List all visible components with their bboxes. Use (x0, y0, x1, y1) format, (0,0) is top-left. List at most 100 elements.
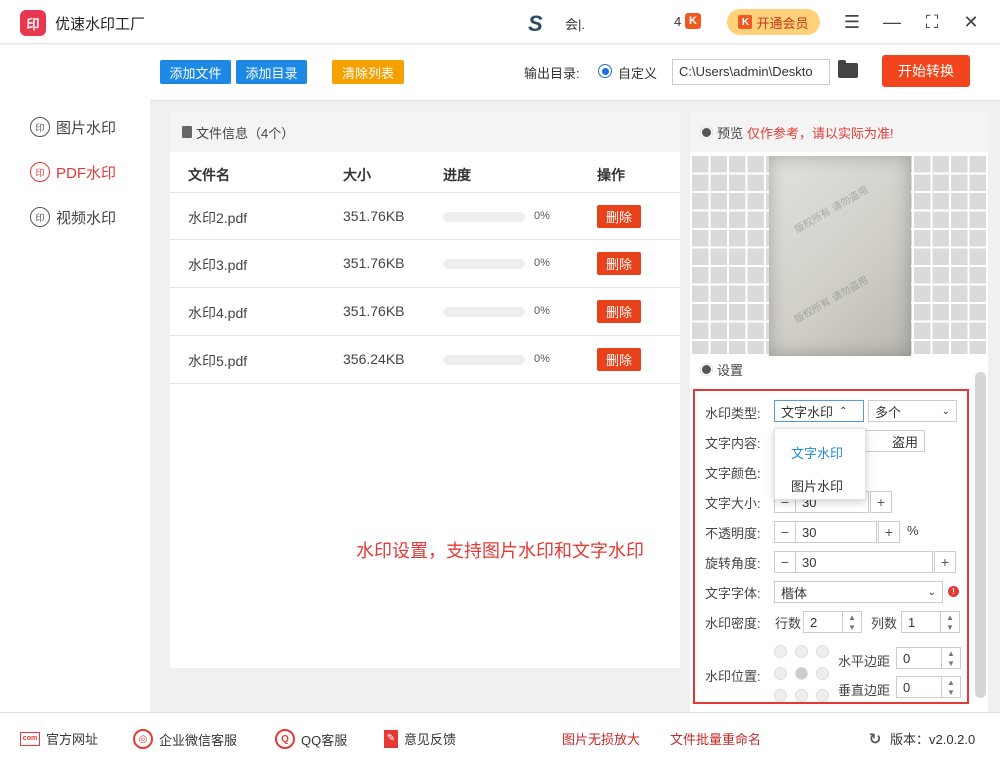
position-top-left[interactable] (774, 645, 787, 658)
position-center[interactable] (795, 667, 808, 680)
toolbar: 添加文件 添加目录 清除列表 输出目录: 自定义 C:\Users\admin\… (150, 45, 1000, 101)
user-name[interactable]: 会|. (565, 14, 585, 33)
watermark-type-select[interactable]: 文字水印 ⌃ (774, 400, 864, 422)
warning-icon[interactable]: ! (948, 586, 959, 597)
position-bottom-left[interactable] (774, 689, 787, 702)
content-value: 盗用 (891, 434, 918, 450)
sidebar-item-image-watermark[interactable]: 印 图片水印 (30, 115, 116, 139)
position-middle-right[interactable] (816, 667, 829, 680)
hmargin-input[interactable]: 0 (896, 647, 942, 669)
version-info[interactable]: ↻ 版本：v2.0.2.0 (866, 729, 976, 748)
vip-k-icon: K (738, 15, 753, 29)
clear-list-button[interactable]: 清除列表 (332, 60, 404, 84)
app-logo-icon: 印 (20, 10, 46, 36)
rows-spinner[interactable]: ▲ ▼ (842, 611, 862, 633)
dropdown-option-text[interactable]: 文字水印 (791, 443, 843, 462)
wechat-icon: ◎ (133, 729, 153, 749)
type-label: 水印类型: (705, 406, 761, 421)
rotation-increment-button[interactable]: + (934, 551, 956, 573)
custom-radio-label[interactable]: 自定义 (618, 63, 657, 82)
rows-input[interactable]: 2 (803, 611, 843, 633)
output-path-input[interactable]: C:\Users\admin\Deskto (672, 59, 830, 85)
density-label: 水印密度: (705, 616, 761, 631)
image-upscale-link[interactable]: 图片无损放大 (562, 729, 640, 748)
preview-page-image: 版权所有 请勿盗用 版权所有 请勿盗用 (769, 156, 911, 356)
gear-icon (700, 125, 713, 139)
preview-watermark: 版权所有 请勿盗用 (792, 274, 871, 326)
user-avatar-icon[interactable]: S (528, 11, 543, 37)
sidebar: 印 图片水印 印 PDF水印 印 视频水印 (0, 45, 150, 712)
batch-rename-link[interactable]: 文件批量重命名 (670, 729, 761, 748)
minimize-icon[interactable]: — (880, 10, 904, 34)
size-increment-button[interactable]: + (870, 491, 892, 513)
table-row: 水印5.pdf 356.24KB 0% 删除 (170, 336, 680, 384)
font-select[interactable]: 楷体 ⌄ (774, 581, 943, 603)
vmargin-label: 垂直边距 (838, 683, 891, 698)
vmargin-input[interactable]: 0 (896, 676, 942, 698)
sidebar-item-label: PDF水印 (56, 164, 117, 182)
website-label: 官方网址 (46, 732, 99, 747)
count-value: 多个 (875, 404, 902, 420)
chevron-down-icon: ⌄ (927, 586, 936, 598)
progress-text: 0% (534, 210, 550, 222)
custom-radio[interactable] (598, 64, 612, 78)
start-convert-button[interactable]: 开始转换 (882, 55, 970, 87)
opacity-decrement-button[interactable]: − (774, 521, 796, 543)
position-bottom-center[interactable] (795, 689, 808, 702)
maximize-icon[interactable]: ⛶ (920, 10, 944, 34)
preview-warning: 仅作参考，请以实际为准! (747, 125, 894, 141)
file-name: 水印5.pdf (188, 353, 248, 369)
delete-button[interactable]: 删除 (597, 300, 641, 323)
sidebar-item-video-watermark[interactable]: 印 视频水印 (30, 205, 116, 229)
website-icon: com (20, 731, 40, 746)
cols-input[interactable]: 1 (901, 611, 941, 633)
progress-bar (443, 355, 525, 365)
size-label: 文字大小: (705, 496, 761, 511)
feedback-link[interactable]: ✎ 意见反馈 (384, 729, 456, 748)
font-value: 楷体 (781, 585, 808, 601)
preview-header: 预览 仅作参考，请以实际为准! (690, 112, 988, 152)
file-size: 351.76KB (343, 255, 405, 271)
add-directory-button[interactable]: 添加目录 (236, 60, 307, 84)
close-icon[interactable]: ✕ (959, 10, 983, 34)
progress-text: 0% (534, 257, 550, 269)
column-size: 大小 (343, 167, 371, 183)
position-middle-left[interactable] (774, 667, 787, 680)
delete-button[interactable]: 删除 (597, 348, 641, 371)
vmargin-spinner[interactable]: ▲ ▼ (941, 676, 961, 698)
progress-text: 0% (534, 353, 550, 365)
rotation-decrement-button[interactable]: − (774, 551, 796, 573)
cols-spinner[interactable]: ▲ ▼ (940, 611, 960, 633)
open-vip-button[interactable]: K 开通会员 (727, 9, 820, 35)
watermark-settings-note: 水印设置，支持图片水印和文字水印 (356, 541, 644, 561)
website-link[interactable]: com 官方网址 (20, 729, 98, 748)
wechat-label: 企业微信客服 (159, 732, 238, 748)
position-bottom-right[interactable] (816, 689, 829, 702)
folder-icon[interactable] (838, 60, 858, 78)
wechat-support-link[interactable]: ◎ 企业微信客服 (133, 729, 237, 749)
delete-button[interactable]: 删除 (597, 205, 641, 228)
document-icon (182, 126, 192, 138)
rows-label: 行数 (775, 616, 802, 631)
add-file-button[interactable]: 添加文件 (160, 60, 231, 84)
settings-header: 设置 (700, 360, 743, 379)
qq-support-link[interactable]: Q QQ客服 (275, 729, 347, 749)
dropdown-option-image[interactable]: 图片水印 (791, 476, 843, 495)
column-filename: 文件名 (188, 167, 230, 183)
position-top-center[interactable] (795, 645, 808, 658)
hmargin-label: 水平边距 (838, 654, 891, 669)
sidebar-item-pdf-watermark[interactable]: 印 PDF水印 (30, 160, 116, 184)
settings-scrollbar[interactable] (975, 372, 986, 698)
menu-icon[interactable]: ☰ (840, 10, 864, 34)
watermark-icon: 印 (30, 117, 50, 137)
rotation-input[interactable]: 30 (795, 551, 933, 573)
watermark-count-select[interactable]: 多个 ⌄ (868, 400, 957, 422)
hmargin-spinner[interactable]: ▲ ▼ (941, 647, 961, 669)
opacity-increment-button[interactable]: + (878, 521, 900, 543)
opacity-input[interactable]: 30 (795, 521, 877, 543)
content-label: 文字内容: (705, 436, 761, 451)
position-top-right[interactable] (816, 645, 829, 658)
file-info-title: 文件信息（4个） (196, 125, 295, 141)
color-label: 文字颜色: (705, 466, 761, 481)
delete-button[interactable]: 删除 (597, 252, 641, 275)
